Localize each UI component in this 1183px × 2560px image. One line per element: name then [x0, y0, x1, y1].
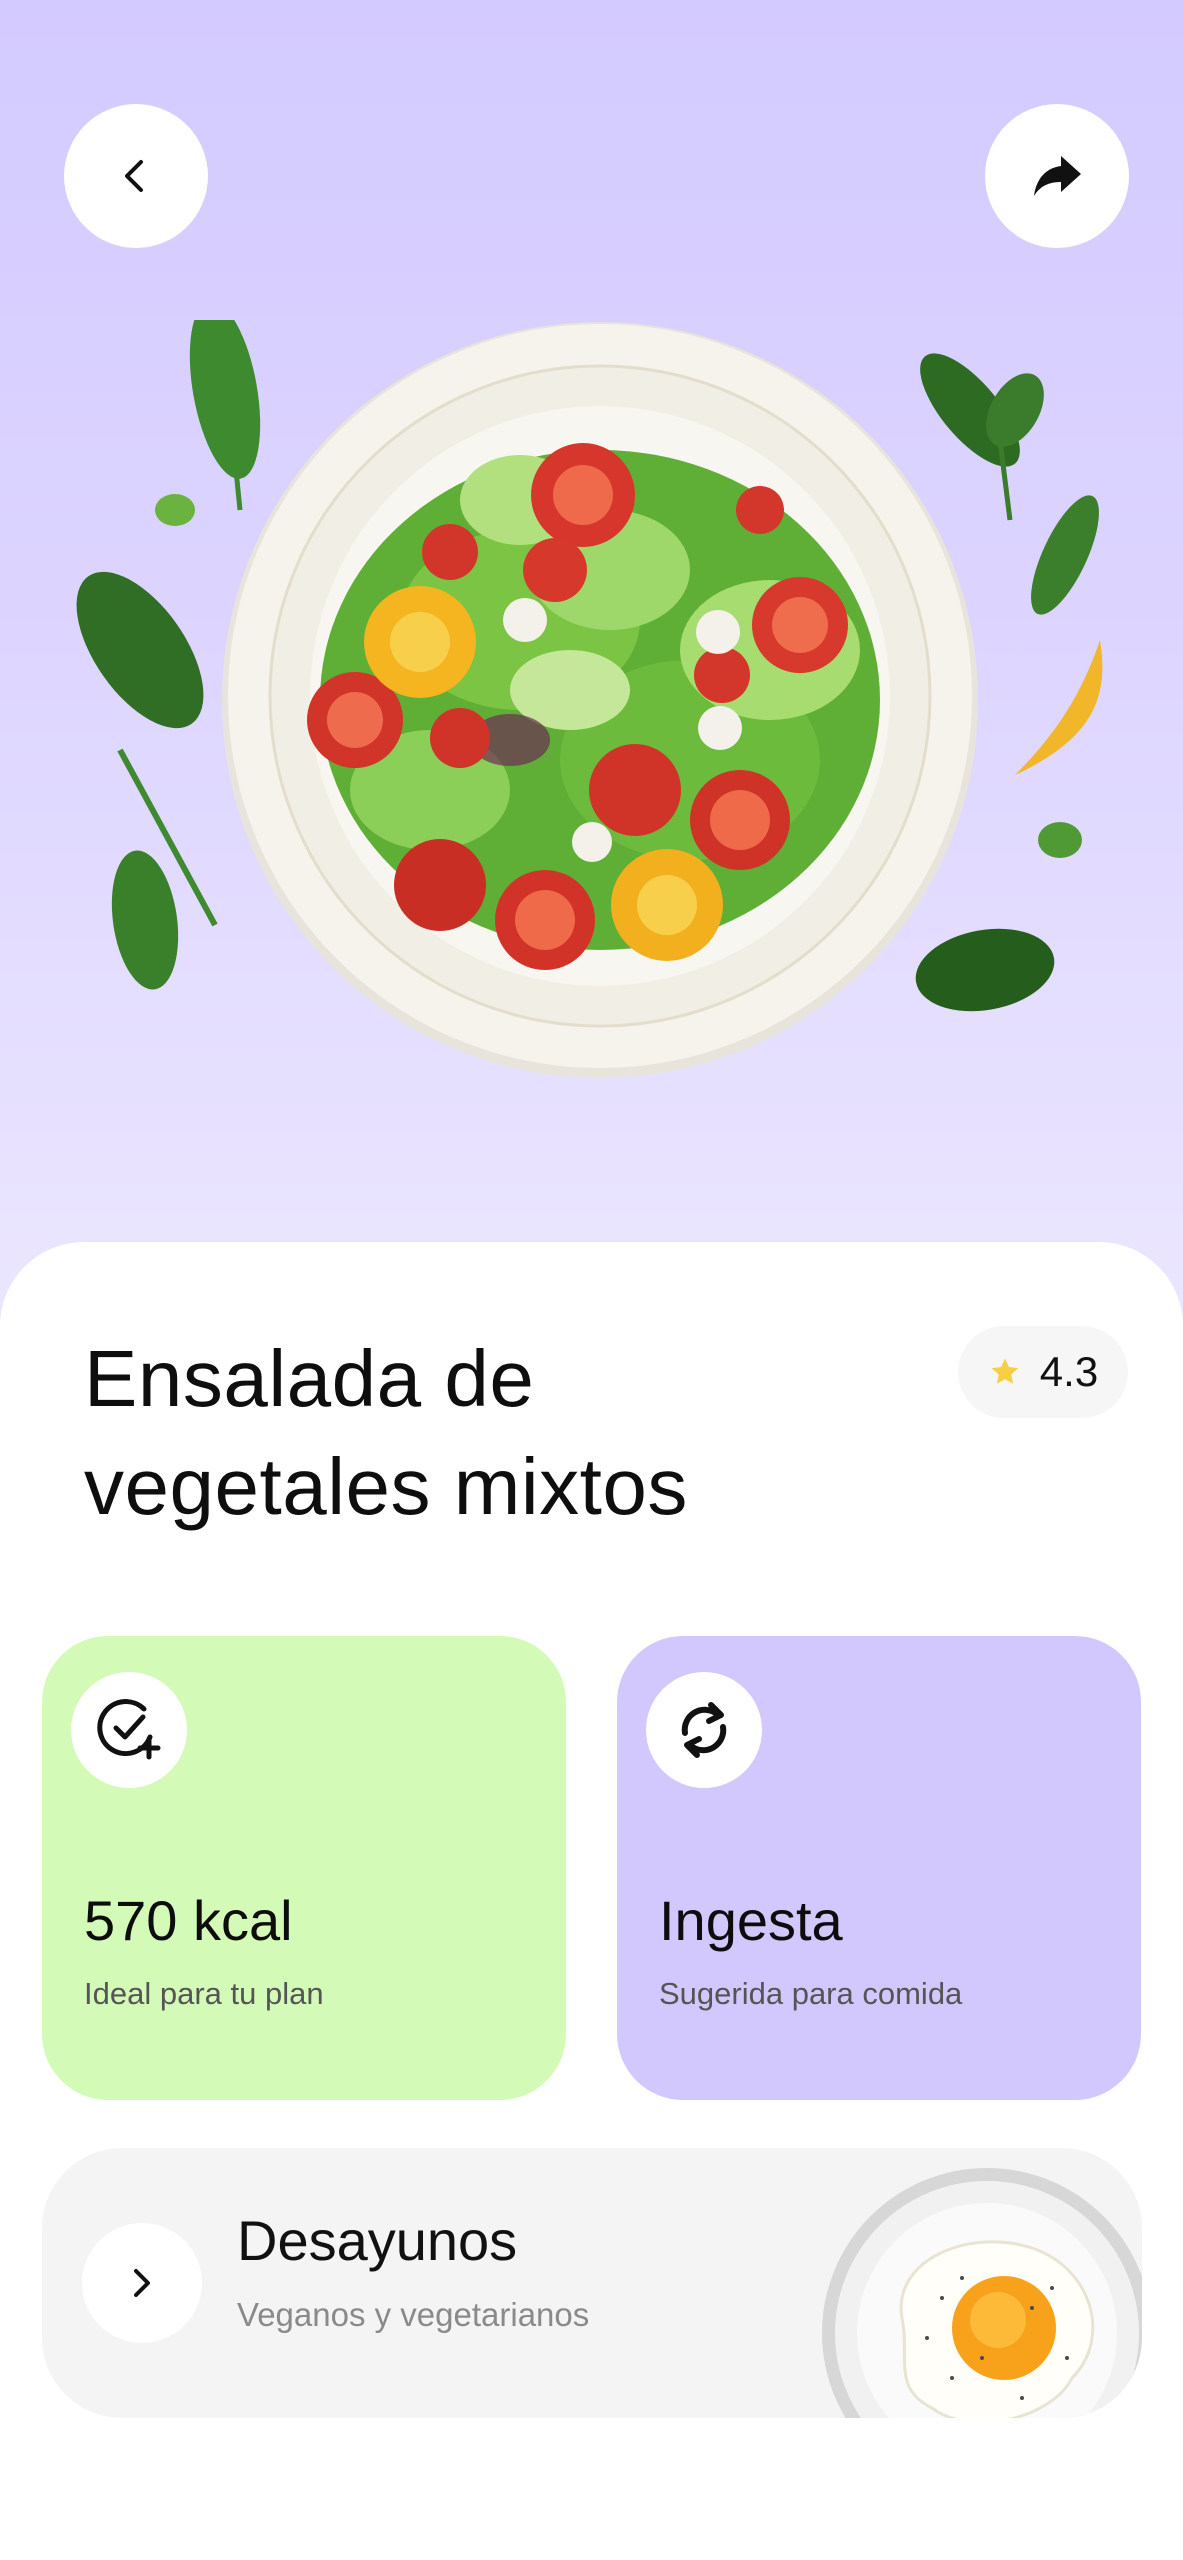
intake-subtitle: Sugerida para comida — [659, 1976, 963, 2011]
recipe-title-line1: Ensalada de — [84, 1334, 535, 1423]
salad-image — [76, 320, 1103, 1078]
category-subtitle: Veganos y vegetarianos — [237, 2296, 590, 2333]
calories-icon-circle — [71, 1672, 187, 1788]
calories-card[interactable]: 570 kcal Ideal para tu plan — [42, 1636, 566, 2100]
intake-icon-circle — [646, 1672, 762, 1788]
chevron-right-icon — [134, 2269, 150, 2297]
back-button[interactable] — [64, 104, 208, 248]
intake-card[interactable]: Ingesta Sugerida para comida — [617, 1636, 1141, 2100]
recipe-title: Ensalada de vegetales mixtos — [84, 1325, 904, 1541]
category-title: Desayunos — [237, 2209, 518, 2272]
recipe-title-line2: vegetales mixtos — [84, 1442, 688, 1531]
category-card-breakfast[interactable]: Desayunos Veganos y vegetarianos — [42, 2148, 1142, 2418]
rating-badge: 4.3 — [958, 1326, 1128, 1418]
star-icon — [991, 1358, 1019, 1384]
refresh-icon — [681, 1702, 727, 1758]
fried-egg-image — [822, 2168, 1142, 2418]
check-plus-icon — [97, 1699, 161, 1760]
category-arrow-button[interactable] — [82, 2223, 202, 2343]
hero-section — [0, 0, 1183, 1320]
calories-subtitle: Ideal para tu plan — [84, 1976, 324, 2011]
share-arrow-icon — [1034, 156, 1081, 196]
calories-value: 570 kcal — [84, 1889, 293, 1952]
chevron-left-icon — [125, 160, 143, 192]
share-button[interactable] — [985, 104, 1129, 248]
intake-value: Ingesta — [659, 1889, 843, 1952]
rating-value: 4.3 — [1039, 1348, 1099, 1395]
